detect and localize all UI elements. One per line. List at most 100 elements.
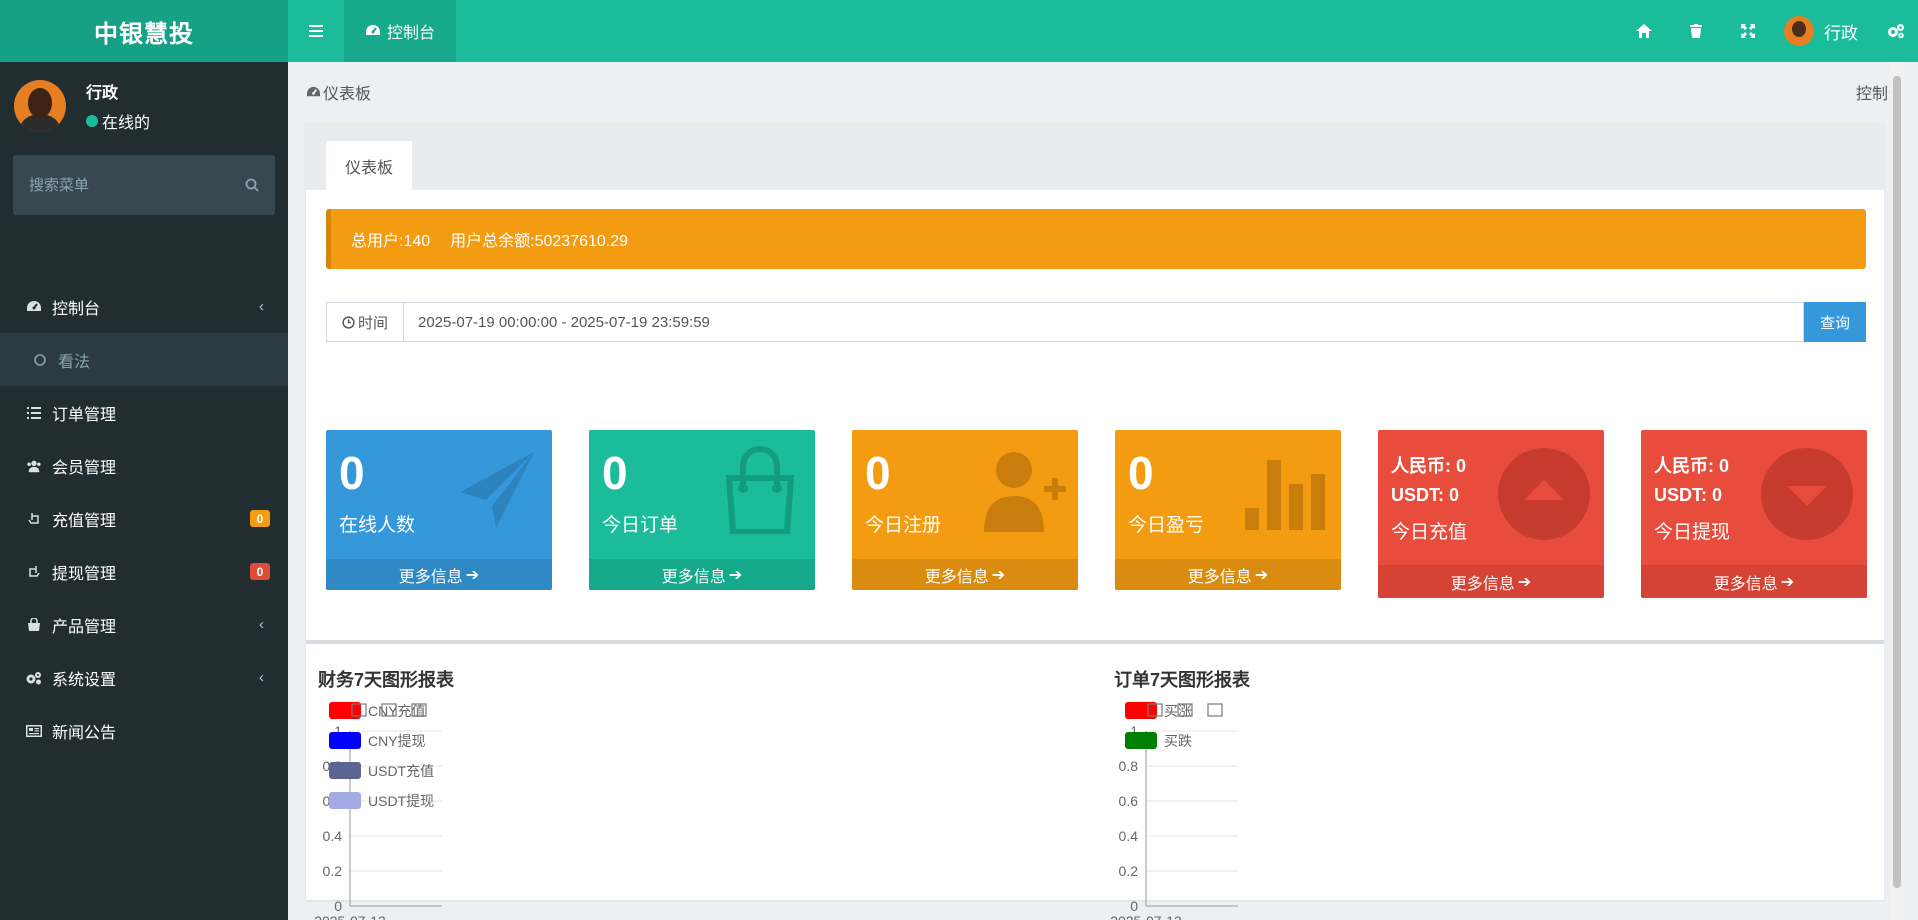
stat-box-profit: 0 今日盈亏 更多信息 ➔ — [1115, 430, 1341, 590]
breadcrumb-label: 仪表板 — [323, 86, 372, 103]
brand-logo[interactable]: 中银慧投 — [0, 0, 288, 62]
recharge-count-badge: 0 — [250, 510, 270, 527]
main-content: 仪表板 控制台 仪表板 总用户:140 用户总余额:50237610.29 时间… — [288, 62, 1904, 920]
more-info-link[interactable]: 更多信息 ➔ — [1378, 565, 1604, 598]
legend-swatch — [329, 762, 361, 779]
stat-number: 0 — [339, 447, 365, 499]
sidebar-search — [13, 155, 275, 215]
stat-label: 今日提现 — [1654, 522, 1731, 543]
sidebar-item-news[interactable]: 新闻公告 — [0, 704, 288, 757]
breadcrumb: 仪表板 — [306, 80, 371, 104]
legend-swatch — [329, 732, 361, 749]
date-range-input[interactable] — [404, 302, 1804, 342]
rmb-amount: 人民币: 0 — [1654, 456, 1730, 476]
more-info-link[interactable]: 更多信息 ➔ — [852, 559, 1078, 590]
clear-cache-button[interactable] — [1670, 0, 1722, 62]
online-status: 在线的 — [86, 109, 150, 133]
usdt-amount: USDT: 0 — [1391, 485, 1460, 505]
more-info-label: 更多信息 — [661, 568, 726, 586]
cogs-icon — [1888, 24, 1904, 39]
sidebar-item-withdraw[interactable]: 提现管理 0 — [0, 545, 288, 598]
avatar — [14, 80, 66, 132]
chevron-left-icon: ‹ — [259, 669, 264, 686]
chevron-left-icon: ‹ — [259, 298, 264, 315]
arrow-circle-right-icon: ➔ — [1780, 573, 1795, 591]
more-info-link[interactable]: 更多信息 ➔ — [1115, 559, 1341, 590]
avatar — [1784, 16, 1814, 46]
circle-icon — [34, 353, 46, 366]
fullscreen-button[interactable] — [1722, 0, 1774, 62]
status-dot-icon — [86, 115, 98, 127]
tab-console[interactable]: 控制台 — [344, 0, 456, 62]
query-button[interactable]: 查询 — [1804, 302, 1866, 342]
tab-console-label: 控制台 — [386, 25, 435, 42]
sidebar-item-label: 系统设置 — [52, 671, 117, 689]
more-info-label: 更多信息 — [398, 568, 463, 586]
search-icon[interactable] — [245, 178, 259, 192]
user-menu[interactable]: 行政 — [1774, 0, 1874, 62]
sidebar-item-label: 新闻公告 — [52, 724, 117, 742]
sidebar-user-name: 行政 — [86, 85, 119, 102]
more-info-label: 更多信息 — [1187, 568, 1252, 586]
x-tick-label: 2025-07-13 — [314, 913, 386, 920]
legend-label: USDT提现 — [368, 793, 434, 809]
stat-box-withdraw: 人民币: 0 USDT: 0 今日提现 更多信息 ➔ — [1641, 430, 1867, 598]
newspaper-icon — [26, 724, 42, 737]
y-tick-label: 0.6 — [1119, 793, 1139, 809]
sidebar-toggle-button[interactable] — [288, 0, 344, 62]
y-tick-label: 0.2 — [1119, 863, 1139, 879]
sidebar-item-console[interactable]: 控制台 ‹ — [0, 280, 288, 333]
dashboard-icon — [307, 86, 320, 96]
users-icon — [27, 460, 41, 472]
y-tick-label: 0.4 — [1119, 828, 1139, 844]
legend-label: CNY提现 — [368, 733, 426, 749]
y-tick-label: 0.8 — [1119, 758, 1139, 774]
download-icon — [1207, 703, 1223, 717]
sidebar-item-view[interactable]: 看法 — [0, 333, 288, 386]
cogs-icon — [26, 671, 41, 684]
sidebar-item-settings[interactable]: 系统设置 ‹ — [0, 651, 288, 704]
x-tick-label: 2025-07-13 — [1110, 913, 1182, 920]
y-tick-label: 0.4 — [323, 828, 343, 844]
legend-swatch — [329, 792, 361, 809]
more-info-link[interactable]: 更多信息 ➔ — [1641, 565, 1867, 598]
sidebar-item-label: 订单管理 — [52, 406, 117, 424]
more-info-link[interactable]: 更多信息 ➔ — [326, 559, 552, 590]
sidebar-item-recharge[interactable]: 充值管理 0 — [0, 492, 288, 545]
stat-box-online: 0 在线人数 更多信息 ➔ — [326, 430, 552, 590]
more-info-link[interactable]: 更多信息 ➔ — [589, 559, 815, 590]
scrollbar[interactable] — [1890, 62, 1904, 920]
section-divider — [306, 640, 1884, 644]
home-button[interactable] — [1618, 0, 1670, 62]
bar-chart-icon — [1245, 460, 1325, 530]
stat-box-orders: 0 今日订单 更多信息 ➔ — [589, 430, 815, 590]
sidebar-item-orders[interactable]: 订单管理 — [0, 386, 288, 439]
arrow-circle-right-icon: ➔ — [1254, 566, 1269, 584]
user-name: 行政 — [1824, 23, 1858, 43]
stat-box-registrations: 0 今日注册 更多信息 ➔ — [852, 430, 1078, 590]
arrow-circle-right-icon: ➔ — [1517, 573, 1532, 591]
withdraw-count-badge: 0 — [250, 563, 270, 580]
sidebar-item-label: 看法 — [58, 353, 91, 371]
usdt-amount: USDT: 0 — [1654, 485, 1723, 505]
sidebar-item-products[interactable]: 产品管理 ‹ — [0, 598, 288, 651]
sidebar-menu-list: 控制台 ‹ 看法 订单管理 会员管理 充值管理 0 提现管理 0 产品管理 ‹ … — [0, 280, 288, 757]
settings-button[interactable] — [1874, 0, 1918, 62]
stat-label: 今日充值 — [1391, 522, 1468, 543]
shopping-bag-icon — [725, 446, 795, 534]
arrow-circle-right-icon: ➔ — [465, 566, 480, 584]
dashboard-icon — [27, 300, 41, 311]
search-input[interactable] — [29, 176, 245, 194]
scrollbar-thumb[interactable] — [1893, 76, 1901, 888]
finance-chart: 00.20.40.60.812025-07-13CNY充值CNY提现USDT充值… — [314, 702, 442, 920]
time-filter: 时间 查询 — [326, 302, 1866, 342]
y-tick-label: 0 — [334, 898, 342, 914]
list-icon — [27, 406, 41, 419]
arrow-circle-right-icon: ➔ — [728, 566, 743, 584]
sidebar-item-members[interactable]: 会员管理 — [0, 439, 288, 492]
tab-dashboard[interactable]: 仪表板 — [326, 141, 412, 190]
sidebar: 行政 在线的 控制台 ‹ 看法 订单管理 会员管理 充值管理 0 — [0, 62, 288, 920]
time-label: 时间 — [357, 314, 388, 332]
clock-icon — [342, 315, 355, 329]
user-panel: 行政 在线的 — [14, 74, 274, 138]
